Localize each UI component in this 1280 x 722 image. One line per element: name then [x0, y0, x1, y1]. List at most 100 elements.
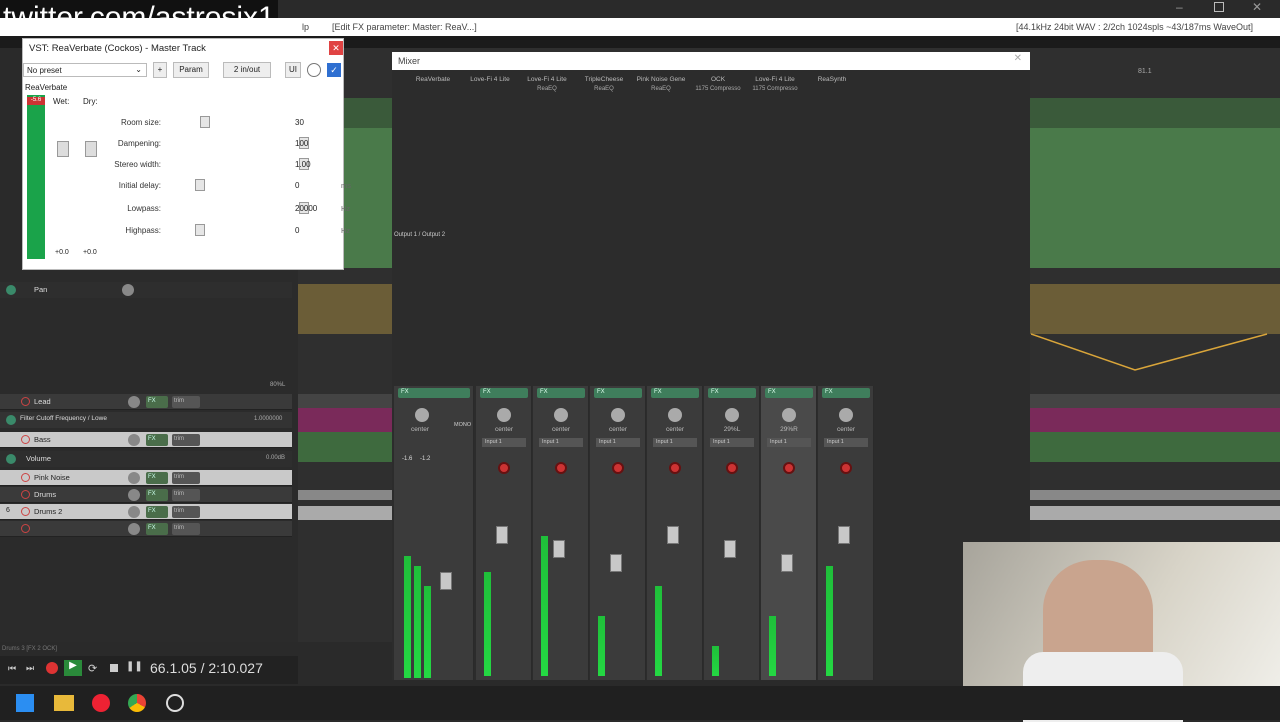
strip-fx-button[interactable]: FX: [651, 388, 699, 398]
strip-fx-button[interactable]: FX: [765, 388, 813, 398]
param-value[interactable]: 0: [295, 181, 331, 190]
browser-y-icon[interactable]: [92, 694, 110, 712]
trim-button[interactable]: trim: [172, 489, 200, 501]
mixer-strip[interactable]: FX center Input 1: [647, 386, 703, 680]
master-fader[interactable]: [440, 572, 452, 590]
param-slider-thumb[interactable]: [195, 179, 205, 191]
strip-pan-knob[interactable]: [839, 408, 853, 422]
record-arm-icon[interactable]: [21, 473, 30, 482]
windows-start-icon[interactable]: [16, 694, 34, 712]
strip-fx-button[interactable]: FX: [708, 388, 756, 398]
fx-button[interactable]: FX: [146, 396, 168, 408]
mixer-strip[interactable]: FX 29%R Input 1: [761, 386, 817, 680]
pan-envelope-row[interactable]: Pan: [0, 282, 292, 298]
mixer-strip[interactable]: FX center Input 1: [476, 386, 532, 680]
pause-button[interactable]: ❚❚: [126, 661, 143, 672]
pan-knob[interactable]: [122, 284, 134, 296]
mixer-plugin-name[interactable]: Pink Noise Gene: [632, 76, 690, 83]
mixer-strip[interactable]: FX center Input 1: [533, 386, 589, 680]
strip-fader[interactable]: [724, 540, 736, 558]
mixer-plugin-sub[interactable]: ReaEQ: [518, 86, 576, 92]
strip-record-button[interactable]: [840, 462, 852, 474]
strip-fader[interactable]: [610, 554, 622, 572]
strip-record-button[interactable]: [555, 462, 567, 474]
mixer-plugin-name[interactable]: TripleCheese: [575, 76, 633, 83]
strip-fx-button[interactable]: FX: [594, 388, 642, 398]
param-slider[interactable]: [195, 137, 309, 149]
param-slider-thumb[interactable]: [195, 224, 205, 236]
stop-button[interactable]: [110, 664, 118, 672]
mixer-plugin-sub[interactable]: ReaEQ: [575, 86, 633, 92]
param-slider[interactable]: [195, 179, 309, 191]
trim-button[interactable]: trim: [172, 523, 200, 535]
param-slider-thumb[interactable]: [200, 116, 210, 128]
go-start-icon[interactable]: ⏮: [8, 663, 16, 674]
mixer-plugin-name[interactable]: OCK: [689, 76, 747, 83]
fx-button[interactable]: FX: [146, 472, 168, 484]
strip-pan-knob[interactable]: [611, 408, 625, 422]
mixer-plugin-name[interactable]: Love-Fi 4 Lite: [518, 76, 576, 83]
strip-input[interactable]: Input 1: [596, 438, 640, 447]
strip-record-button[interactable]: [669, 462, 681, 474]
envelope-row[interactable]: Volume 0.00dB: [0, 451, 292, 467]
record-arm-icon[interactable]: [21, 435, 30, 444]
volume-knob[interactable]: [128, 489, 140, 501]
master-strip[interactable]: FX center MONO -1.6 -1.2: [394, 386, 474, 680]
mixer-plugin-sub[interactable]: ReaEQ: [632, 86, 690, 92]
strip-fader[interactable]: [838, 526, 850, 544]
envelope-row[interactable]: Filter Cutoff Frequency / Lowe 1.0000000: [0, 412, 292, 428]
mixer-strip[interactable]: FX 29%L Input 1: [704, 386, 760, 680]
strip-input[interactable]: Input 1: [710, 438, 754, 447]
minimize-icon[interactable]: –: [1176, 0, 1183, 14]
trim-button[interactable]: trim: [172, 396, 200, 408]
mixer-plugin-sub[interactable]: 1175 Compresso: [746, 86, 804, 92]
strip-pan-knob[interactable]: [725, 408, 739, 422]
trim-button[interactable]: trim: [172, 506, 200, 518]
fx-button[interactable]: FX: [146, 523, 168, 535]
chrome-icon[interactable]: [128, 694, 146, 712]
repeat-icon[interactable]: ⟳: [88, 662, 97, 675]
record-arm-icon[interactable]: [21, 490, 30, 499]
track-row-drums[interactable]: Drums FX trim: [0, 487, 292, 503]
enable-checkbox[interactable]: ✓: [327, 63, 341, 77]
add-preset-button[interactable]: +: [153, 62, 167, 78]
io-button[interactable]: 2 in/out: [223, 62, 271, 78]
param-value[interactable]: 20000: [295, 204, 331, 213]
reaper-icon[interactable]: [166, 694, 184, 712]
restore-icon[interactable]: [1214, 2, 1224, 12]
mixer-plugin-name[interactable]: ReaVerbate: [404, 76, 462, 83]
strip-record-button[interactable]: [783, 462, 795, 474]
track-row-pink-noise[interactable]: Pink Noise FX trim: [0, 470, 292, 486]
master-pan-knob[interactable]: [415, 408, 429, 422]
param-slider[interactable]: [195, 224, 309, 236]
strip-input[interactable]: Input 1: [482, 438, 526, 447]
record-button[interactable]: [46, 662, 58, 674]
file-explorer-icon[interactable]: [54, 695, 74, 711]
trim-button[interactable]: trim: [172, 434, 200, 446]
strip-input[interactable]: Input 1: [539, 438, 583, 447]
strip-fader[interactable]: [667, 526, 679, 544]
strip-fx-button[interactable]: FX: [822, 388, 870, 398]
mixer-strip[interactable]: FX center Input 1: [818, 386, 874, 680]
param-value[interactable]: 100: [295, 139, 331, 148]
strip-record-button[interactable]: [612, 462, 624, 474]
volume-knob[interactable]: [128, 523, 140, 535]
track-row[interactable]: FX trim: [0, 521, 292, 537]
param-button[interactable]: Param: [173, 62, 209, 78]
strip-pan-knob[interactable]: [782, 408, 796, 422]
mixer-plugin-name[interactable]: Love-Fi 4 Lite: [461, 76, 519, 83]
fx-button[interactable]: FX: [146, 434, 168, 446]
envelope-power-icon[interactable]: [6, 415, 16, 425]
close-window-icon[interactable]: ✕: [1252, 0, 1262, 14]
play-button[interactable]: ▶: [64, 660, 82, 676]
strip-pan-knob[interactable]: [554, 408, 568, 422]
mixer-strip[interactable]: FX center Input 1: [590, 386, 646, 680]
fx-button[interactable]: FX: [146, 489, 168, 501]
strip-fader[interactable]: [496, 526, 508, 544]
volume-knob[interactable]: [128, 472, 140, 484]
param-value[interactable]: 30: [295, 118, 331, 127]
param-slider[interactable]: [195, 116, 309, 128]
envelope-power-icon[interactable]: [6, 285, 16, 295]
strip-fader[interactable]: [781, 554, 793, 572]
mixer-plugin-name[interactable]: ReaSynth: [803, 76, 861, 83]
